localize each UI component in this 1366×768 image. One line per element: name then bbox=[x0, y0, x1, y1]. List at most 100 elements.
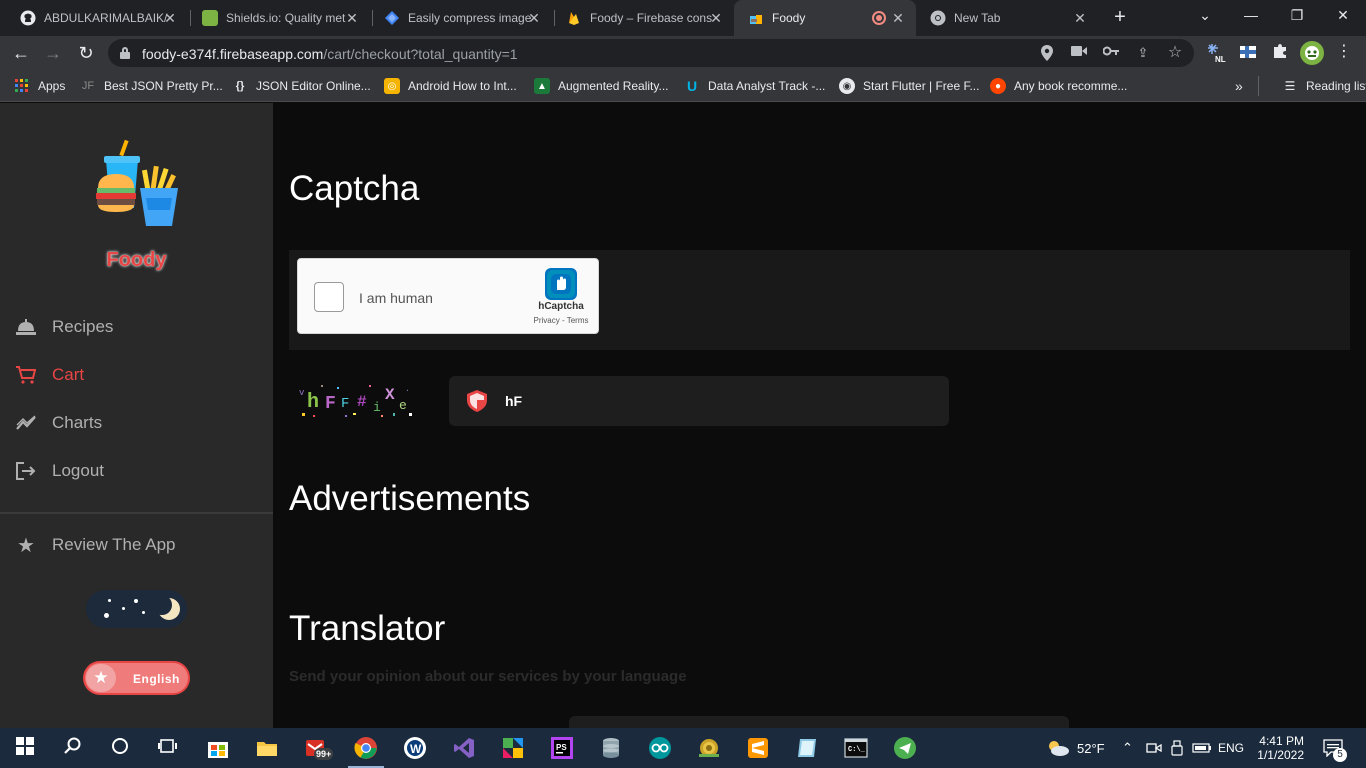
chrome-taskbar-icon[interactable] bbox=[354, 736, 378, 760]
app-icon-w[interactable]: W bbox=[403, 736, 427, 760]
brand-name: Foody bbox=[106, 249, 167, 271]
clock[interactable]: 4:41 PM 1/1/2022 bbox=[1256, 728, 1304, 768]
close-window-button[interactable]: ✕ bbox=[1320, 0, 1366, 32]
file-explorer-icon[interactable] bbox=[255, 736, 279, 760]
gmail-app-icon[interactable]: 99+ bbox=[304, 736, 334, 760]
close-tab-icon[interactable]: ✕ bbox=[708, 10, 724, 26]
action-center-icon[interactable]: 5 bbox=[1323, 728, 1347, 768]
captcha-answer-field[interactable]: hF bbox=[449, 376, 949, 426]
sidebar-item-cart[interactable]: Cart bbox=[0, 355, 273, 395]
database-icon[interactable] bbox=[599, 736, 623, 760]
share-icon[interactable]: ⇪ bbox=[1134, 45, 1152, 61]
url-text[interactable]: foody-e374f.firebaseapp.com/cart/checkou… bbox=[142, 46, 518, 62]
telegram-icon[interactable] bbox=[893, 736, 917, 760]
bookmark-apps[interactable]: Apps bbox=[14, 76, 65, 96]
reading-list-icon: ☰ bbox=[1284, 79, 1296, 93]
svg-text:PS: PS bbox=[556, 743, 567, 752]
chrome-icon bbox=[930, 10, 946, 26]
review-app-link[interactable]: ★ Review The App bbox=[0, 525, 273, 565]
app-sidebar: Foody Recipes Cart Charts Logout ★ Revie… bbox=[0, 103, 273, 728]
key-icon[interactable] bbox=[1102, 45, 1120, 61]
close-tab-icon[interactable]: ✕ bbox=[1072, 10, 1088, 26]
phpstorm-icon[interactable]: PS bbox=[550, 736, 574, 760]
extension-flag-icon[interactable] bbox=[1238, 42, 1258, 62]
browser-tab-active[interactable]: Foody ✕ bbox=[734, 0, 916, 36]
windows-start-icon[interactable] bbox=[13, 736, 37, 760]
arduino-icon[interactable] bbox=[648, 736, 672, 760]
usb-icon[interactable] bbox=[1171, 728, 1183, 768]
android-icon: ◎ bbox=[384, 78, 400, 94]
browser-tab[interactable]: New Tab ✕ bbox=[916, 0, 1098, 36]
translator-input[interactable] bbox=[569, 716, 1069, 728]
reading-list-button[interactable]: ☰ Reading list bbox=[1258, 76, 1366, 96]
language-indicator[interactable]: ENG bbox=[1218, 728, 1244, 768]
udacity-icon: U bbox=[686, 78, 698, 94]
extension-nl-icon[interactable]: NL bbox=[1206, 42, 1226, 64]
meet-camera-icon[interactable] bbox=[1146, 728, 1162, 768]
app-icon-snail[interactable] bbox=[697, 736, 721, 760]
reading-list-label: Reading list bbox=[1306, 79, 1366, 93]
reload-icon[interactable]: ↻ bbox=[74, 41, 98, 65]
tab-title: ABDULKARIMALBAIK/ bbox=[44, 11, 168, 25]
hcaptcha-privacy-terms-link[interactable]: Privacy - Terms bbox=[524, 316, 598, 325]
tab-title: Easily compress image bbox=[408, 11, 532, 25]
svg-text:v: v bbox=[299, 388, 305, 398]
bookmark-item[interactable]: ◎ Android How to Int... bbox=[384, 76, 517, 96]
bookmark-item[interactable]: {} JSON Editor Online... bbox=[232, 76, 371, 96]
recipes-icon bbox=[16, 317, 36, 337]
foody-logo[interactable] bbox=[92, 138, 184, 230]
new-tab-button[interactable]: + bbox=[1108, 6, 1132, 30]
bookmark-item[interactable]: U Data Analyst Track -... bbox=[684, 76, 825, 96]
browser-toolbar: ← → ↻ foody-e374f.firebaseapp.com/cart/c… bbox=[0, 36, 1366, 70]
language-toggle[interactable]: ★ English bbox=[83, 661, 190, 695]
location-pin-icon[interactable] bbox=[1038, 45, 1056, 61]
bookmarks-overflow-button[interactable]: » bbox=[1235, 76, 1243, 96]
tab-search-chevron-icon[interactable]: ⌄ bbox=[1182, 0, 1228, 32]
dark-mode-toggle[interactable] bbox=[86, 590, 187, 628]
lock-icon[interactable] bbox=[120, 47, 130, 59]
bookmark-item[interactable]: JF Best JSON Pretty Pr... bbox=[80, 76, 223, 96]
forward-arrow-icon[interactable]: → bbox=[41, 41, 65, 65]
browser-tab[interactable]: ABDULKARIMALBAIK/ ✕ bbox=[6, 0, 188, 36]
bookmark-item[interactable]: ◉ Start Flutter | Free F... bbox=[839, 76, 979, 96]
browser-menu-icon[interactable]: ⋮ bbox=[1334, 42, 1354, 62]
terminal-icon[interactable]: C:\_ bbox=[844, 736, 868, 760]
browser-tab[interactable]: Foody – Firebase cons ✕ bbox=[552, 0, 734, 36]
github-icon bbox=[20, 10, 36, 26]
profile-avatar[interactable] bbox=[1300, 41, 1324, 65]
extensions-puzzle-icon[interactable] bbox=[1270, 42, 1290, 62]
restore-button[interactable]: ❐ bbox=[1274, 0, 1320, 32]
close-tab-icon[interactable]: ✕ bbox=[890, 10, 906, 26]
back-arrow-icon[interactable]: ← bbox=[9, 41, 33, 65]
bookmark-item[interactable]: ● Any book recomme... bbox=[990, 76, 1127, 96]
camera-icon[interactable] bbox=[1070, 45, 1088, 61]
sidebar-item-logout[interactable]: Logout bbox=[0, 451, 273, 491]
weather-widget[interactable]: 52°F bbox=[1045, 728, 1105, 768]
close-tab-icon[interactable]: ✕ bbox=[162, 10, 178, 26]
bookmark-label: Any book recomme... bbox=[1014, 79, 1128, 93]
address-bar[interactable]: foody-e374f.firebaseapp.com/cart/checkou… bbox=[108, 39, 1194, 67]
bookmarks-bar: Apps JF Best JSON Pretty Pr... {} JSON E… bbox=[0, 70, 1366, 102]
minimize-button[interactable]: — bbox=[1228, 0, 1274, 32]
app-icon-puzzle[interactable] bbox=[501, 736, 525, 760]
cortana-icon[interactable] bbox=[108, 736, 132, 760]
browser-tab[interactable]: Shields.io: Quality met ✕ bbox=[188, 0, 370, 36]
star-icon: ★ bbox=[17, 534, 35, 557]
app-icon-book[interactable] bbox=[795, 736, 819, 760]
hcaptcha-checkbox[interactable] bbox=[314, 282, 344, 312]
bookmark-item[interactable]: ▲ Augmented Reality... bbox=[534, 76, 669, 96]
close-tab-icon[interactable]: ✕ bbox=[344, 10, 360, 26]
store-icon[interactable] bbox=[206, 736, 230, 760]
sublime-text-icon[interactable] bbox=[746, 736, 770, 760]
close-tab-icon[interactable]: ✕ bbox=[526, 10, 542, 26]
sidebar-item-charts[interactable]: Charts bbox=[0, 403, 273, 443]
browser-tab[interactable]: Easily compress image ✕ bbox=[370, 0, 552, 36]
search-icon[interactable] bbox=[61, 736, 85, 760]
battery-icon[interactable] bbox=[1192, 728, 1212, 768]
bookmark-star-icon[interactable]: ☆ bbox=[1166, 45, 1184, 61]
recording-icon bbox=[872, 11, 886, 25]
show-hidden-icons-chevron[interactable]: ⌃ bbox=[1122, 728, 1133, 768]
task-view-icon[interactable] bbox=[156, 736, 180, 760]
visual-studio-icon[interactable] bbox=[452, 736, 476, 760]
sidebar-item-recipes[interactable]: Recipes bbox=[0, 307, 273, 347]
